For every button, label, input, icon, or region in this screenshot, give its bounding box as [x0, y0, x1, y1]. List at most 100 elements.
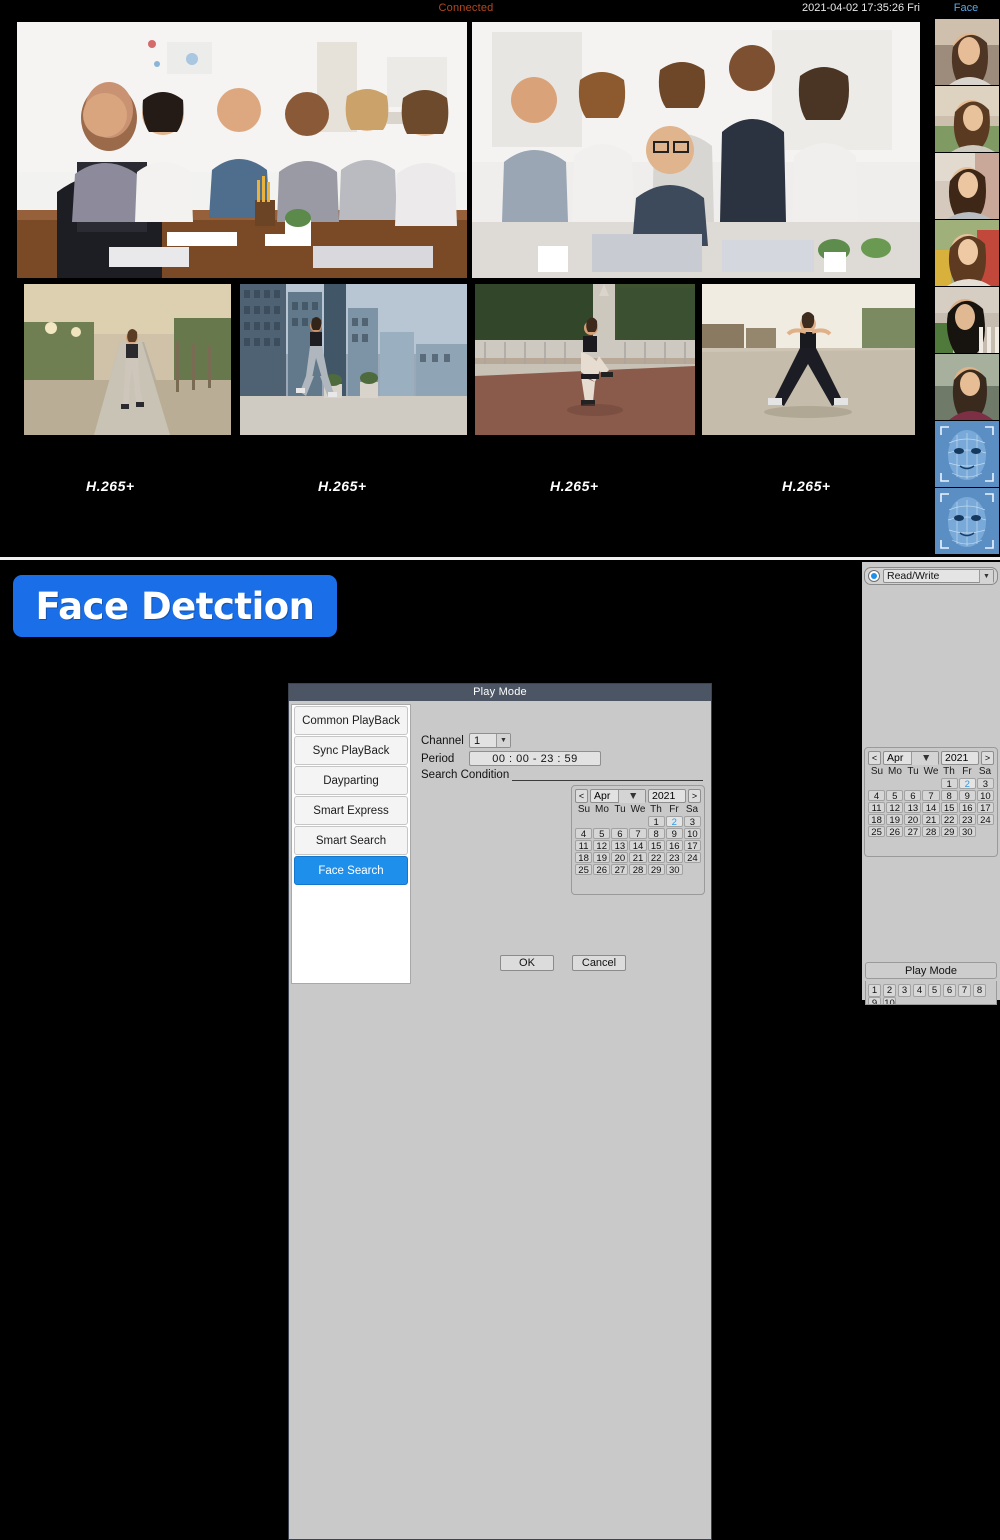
calendar-day[interactable]: 26 — [886, 826, 903, 837]
calendar-day[interactable]: 8 — [648, 828, 665, 839]
face-thumb-7[interactable] — [934, 420, 1000, 488]
read-write-select[interactable]: Read/Write ▼ — [883, 569, 994, 583]
calendar-day[interactable]: 27 — [611, 864, 628, 875]
calendar-day[interactable]: 4 — [575, 828, 592, 839]
calendar-day[interactable]: 15 — [648, 840, 665, 851]
channel-button[interactable]: 10 — [883, 997, 896, 1005]
calendar-day[interactable]: 24 — [684, 852, 701, 863]
menu-item-common-playback[interactable]: Common PlayBack — [294, 706, 408, 735]
read-write-radio[interactable] — [868, 570, 880, 582]
calendar-day[interactable]: 29 — [648, 864, 665, 875]
calendar-day[interactable]: 18 — [868, 814, 885, 825]
read-write-row[interactable]: Read/Write ▼ — [864, 567, 998, 585]
channel-button[interactable]: 5 — [928, 984, 941, 997]
calendar-day[interactable]: 8 — [941, 790, 958, 801]
calendar-day[interactable]: 3 — [977, 778, 994, 789]
calendar-day[interactable]: 25 — [575, 864, 592, 875]
calendar-day[interactable]: 2 — [959, 778, 976, 789]
calendar-day[interactable]: 2 — [666, 816, 683, 827]
channel-button[interactable]: 2 — [883, 984, 896, 997]
channel-button[interactable]: 3 — [898, 984, 911, 997]
calendar-day[interactable]: 13 — [904, 802, 921, 813]
menu-item-sync-playback[interactable]: Sync PlayBack — [294, 736, 408, 765]
calendar-day[interactable]: 22 — [648, 852, 665, 863]
calendar-day[interactable]: 12 — [886, 802, 903, 813]
calendar-day[interactable]: 10 — [684, 828, 701, 839]
cancel-button[interactable]: Cancel — [572, 955, 626, 971]
face-thumb-3[interactable] — [934, 152, 1000, 220]
calendar-day[interactable]: 16 — [959, 802, 976, 813]
calendar-year-value[interactable]: 2021 — [648, 789, 686, 803]
calendar-day[interactable]: 25 — [868, 826, 885, 837]
calendar-day[interactable]: 15 — [941, 802, 958, 813]
calendar-prev-button[interactable]: < — [868, 751, 881, 765]
calendar-day[interactable]: 24 — [977, 814, 994, 825]
calendar-day[interactable]: 16 — [666, 840, 683, 851]
calendar-day[interactable]: 20 — [904, 814, 921, 825]
channel-button[interactable]: 1 — [868, 984, 881, 997]
calendar-day[interactable]: 19 — [886, 814, 903, 825]
video-tile-5[interactable] — [475, 284, 695, 435]
calendar-day[interactable]: 5 — [886, 790, 903, 801]
video-tile-3[interactable] — [24, 284, 231, 435]
calendar-day[interactable]: 17 — [684, 840, 701, 851]
calendar-day[interactable]: 17 — [977, 802, 994, 813]
video-tile-6[interactable] — [702, 284, 915, 435]
calendar-prev-button[interactable]: < — [575, 789, 588, 803]
calendar-day[interactable]: 23 — [959, 814, 976, 825]
channel-button[interactable]: 6 — [943, 984, 956, 997]
calendar-day[interactable]: 12 — [593, 840, 610, 851]
calendar-day[interactable]: 1 — [941, 778, 958, 789]
calendar-day[interactable]: 30 — [666, 864, 683, 875]
channel-button[interactable]: 4 — [913, 984, 926, 997]
calendar-day[interactable]: 7 — [922, 790, 939, 801]
video-tile-2[interactable] — [472, 22, 920, 278]
calendar-day[interactable]: 10 — [977, 790, 994, 801]
calendar-day[interactable]: 4 — [868, 790, 885, 801]
tab-face[interactable]: Face — [932, 0, 1000, 17]
calendar-day[interactable]: 22 — [941, 814, 958, 825]
calendar-next-button[interactable]: > — [981, 751, 994, 765]
calendar-month-select[interactable]: Apr ▼ — [590, 789, 646, 803]
face-thumb-5[interactable] — [934, 286, 1000, 354]
face-thumb-4[interactable] — [934, 219, 1000, 287]
calendar-year-value[interactable]: 2021 — [941, 751, 979, 765]
calendar-day[interactable]: 9 — [959, 790, 976, 801]
calendar-day[interactable]: 9 — [666, 828, 683, 839]
menu-item-smart-express[interactable]: Smart Express — [294, 796, 408, 825]
calendar-day[interactable]: 21 — [629, 852, 646, 863]
calendar-day[interactable]: 14 — [922, 802, 939, 813]
calendar-day[interactable]: 23 — [666, 852, 683, 863]
calendar-day[interactable]: 1 — [648, 816, 665, 827]
calendar-day[interactable]: 14 — [629, 840, 646, 851]
calendar-day[interactable]: 29 — [941, 826, 958, 837]
calendar-day[interactable]: 5 — [593, 828, 610, 839]
calendar-day[interactable]: 28 — [922, 826, 939, 837]
calendar-day[interactable]: 27 — [904, 826, 921, 837]
face-thumb-8[interactable] — [934, 487, 1000, 555]
channel-button[interactable]: 8 — [973, 984, 986, 997]
calendar-day[interactable]: 21 — [922, 814, 939, 825]
menu-item-smart-search[interactable]: Smart Search — [294, 826, 408, 855]
calendar-day[interactable]: 20 — [611, 852, 628, 863]
calendar-day[interactable]: 11 — [575, 840, 592, 851]
menu-item-dayparting[interactable]: Dayparting — [294, 766, 408, 795]
calendar-day[interactable]: 6 — [904, 790, 921, 801]
calendar-day[interactable]: 7 — [629, 828, 646, 839]
menu-item-face-search[interactable]: Face Search — [294, 856, 408, 885]
calendar-day[interactable]: 6 — [611, 828, 628, 839]
calendar-day[interactable]: 19 — [593, 852, 610, 863]
calendar-day[interactable]: 26 — [593, 864, 610, 875]
ok-button[interactable]: OK — [500, 955, 554, 971]
calendar-day[interactable]: 3 — [684, 816, 701, 827]
period-input[interactable]: 00 : 00 - 23 : 59 — [469, 751, 601, 766]
video-tile-1[interactable] — [17, 22, 467, 278]
calendar-day[interactable]: 13 — [611, 840, 628, 851]
face-thumb-6[interactable] — [934, 353, 1000, 421]
channel-select[interactable]: 1 ▼ — [469, 733, 511, 748]
calendar-day[interactable]: 28 — [629, 864, 646, 875]
video-tile-4[interactable] — [240, 284, 467, 435]
calendar-month-select[interactable]: Apr ▼ — [883, 751, 939, 765]
channel-button[interactable]: 7 — [958, 984, 971, 997]
face-thumb-1[interactable] — [934, 18, 1000, 86]
